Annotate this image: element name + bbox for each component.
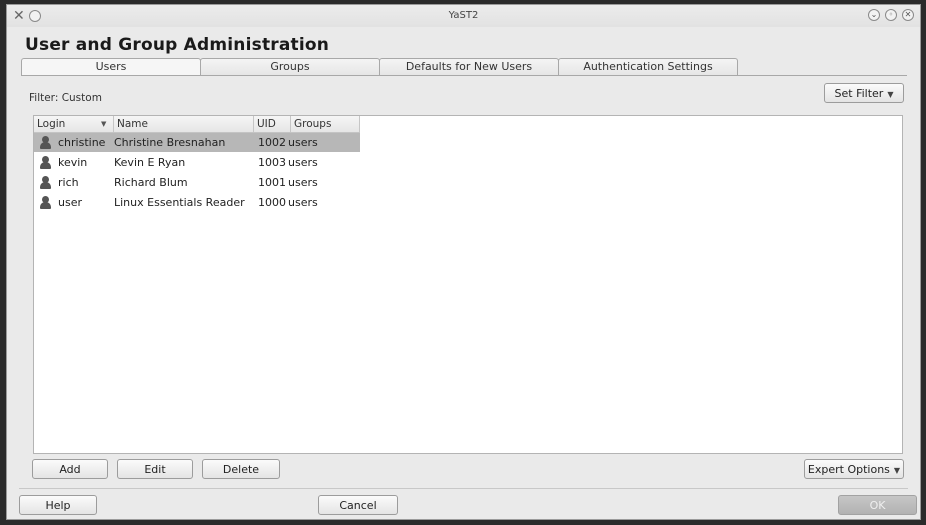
edit-button-label: Edit [144, 463, 166, 476]
tab-users[interactable]: Users [21, 58, 201, 75]
tab-divider [21, 75, 907, 76]
expert-options-button[interactable]: Expert Options ▼ [804, 459, 904, 479]
cell-uid: 1001 [258, 176, 286, 189]
tab-defaults-new-users[interactable]: Defaults for New Users [379, 58, 559, 75]
chevron-down-icon: ▼ [887, 90, 894, 99]
help-button[interactable]: Help [19, 495, 97, 515]
cell-groups: users [288, 136, 318, 149]
tab-users-label: Users [95, 60, 127, 73]
table-header: Login ▼ Name UID Groups [34, 116, 360, 133]
column-header-name[interactable]: Name [114, 116, 254, 132]
set-filter-button[interactable]: Set Filter ▼ [824, 83, 904, 103]
footer-divider [19, 488, 908, 489]
yast-window: ✕ YaST2 ⌄ ◦ ✕ User and Group Administrat… [6, 4, 921, 520]
user-icon [40, 136, 51, 149]
maximize-icon[interactable]: ◦ [885, 9, 897, 21]
cell-name: Kevin E Ryan [114, 156, 186, 169]
cell-login: rich [58, 176, 79, 189]
title-bar: ✕ YaST2 ⌄ ◦ ✕ [7, 5, 920, 27]
table-row[interactable]: kevin Kevin E Ryan 1003 users [34, 153, 360, 172]
cancel-button[interactable]: Cancel [318, 495, 398, 515]
column-groups-label: Groups [294, 118, 332, 130]
column-uid-label: UID [257, 118, 276, 130]
cancel-button-label: Cancel [339, 499, 377, 512]
window-title: YaST2 [448, 10, 479, 21]
column-name-label: Name [117, 118, 148, 130]
tab-defaults-label: Defaults for New Users [405, 60, 533, 73]
column-header-login[interactable]: Login ▼ [34, 116, 114, 132]
cell-groups: users [288, 156, 318, 169]
add-button-label: Add [59, 463, 81, 476]
cell-uid: 1003 [258, 156, 286, 169]
delete-button-label: Delete [222, 463, 260, 476]
cell-name: Richard Blum [114, 176, 188, 189]
close-icon[interactable]: ✕ [902, 9, 914, 21]
cell-uid: 1002 [258, 136, 286, 149]
ok-button[interactable]: OK [838, 495, 917, 515]
page-title: User and Group Administration [25, 35, 330, 55]
tab-auth-label: Authentication Settings [583, 60, 713, 73]
user-icon [40, 196, 51, 209]
column-header-groups[interactable]: Groups [291, 116, 360, 132]
filter-label: Filter: Custom [29, 92, 102, 104]
cell-groups: users [288, 176, 318, 189]
table-row[interactable]: christine Christine Bresnahan 1002 users [34, 133, 360, 152]
edit-button[interactable]: Edit [117, 459, 193, 479]
delete-button[interactable]: Delete [202, 459, 280, 479]
cell-groups: users [288, 196, 318, 209]
table-row[interactable]: user Linux Essentials Reader 1000 users [34, 193, 360, 212]
minimize-icon[interactable]: ⌄ [868, 9, 880, 21]
cell-login: kevin [58, 156, 88, 169]
ok-button-label: OK [869, 499, 886, 512]
set-filter-label: Set Filter [834, 87, 884, 100]
users-table[interactable]: Login ▼ Name UID Groups christine Christi… [33, 115, 903, 454]
cell-name: Christine Bresnahan [114, 136, 226, 149]
table-row[interactable]: rich Richard Blum 1001 users [34, 173, 360, 192]
expert-options-label: Expert Options [807, 463, 890, 476]
cell-login: christine [58, 136, 106, 149]
chevron-down-icon: ▼ [893, 466, 901, 475]
window-controls: ⌄ ◦ ✕ [868, 9, 914, 21]
column-login-label: Login [37, 118, 66, 130]
user-icon [40, 156, 51, 169]
help-button-label: Help [45, 499, 71, 512]
cell-name: Linux Essentials Reader [114, 196, 245, 209]
tab-bar: Users Groups Defaults for New Users Auth… [21, 58, 738, 75]
sort-down-icon: ▼ [101, 120, 107, 128]
tab-groups[interactable]: Groups [200, 58, 380, 75]
add-button[interactable]: Add [32, 459, 108, 479]
user-icon [40, 176, 51, 189]
tab-groups-label: Groups [270, 60, 310, 73]
column-header-uid[interactable]: UID [254, 116, 291, 132]
cell-uid: 1000 [258, 196, 286, 209]
cell-login: user [58, 196, 82, 209]
tab-authentication-settings[interactable]: Authentication Settings [558, 58, 738, 75]
